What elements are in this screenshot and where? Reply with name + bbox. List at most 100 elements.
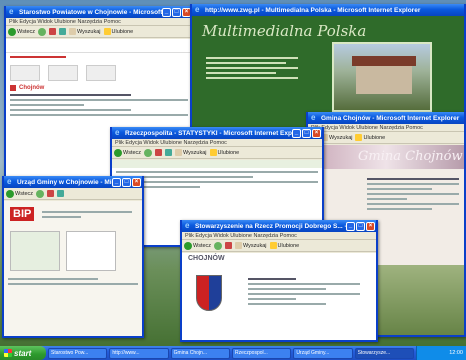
start-button[interactable]: start [0,346,46,360]
text-line [248,293,360,295]
nav-block[interactable] [48,65,78,81]
close-button[interactable]: × [132,177,141,187]
refresh-icon[interactable] [165,149,173,156]
search-icon [69,28,77,35]
search-button[interactable]: Wyszukaj [235,242,267,249]
text-line [367,188,432,190]
ie-icon: e [311,113,316,122]
menu-bar[interactable]: Plik Edycja Widok Ulubione Narzędzia Pom… [112,139,322,147]
toolbar: Wstecz [4,188,142,200]
bip-logo: BIP [10,207,35,221]
minimize-button[interactable]: _ [162,7,171,17]
title-bar[interactable]: e Stowarzyszenie na Rzecz Promocji Dobre… [182,220,376,232]
text-line [10,104,85,106]
text-line [367,208,432,210]
title-bar[interactable]: e Urząd Gminy w Chojnowie - Microsoft In… [4,176,142,188]
maximize-button[interactable]: □ [122,177,131,187]
text-line [367,198,407,200]
taskbar-button[interactable]: Starostwo Pow... [48,347,108,359]
maximize-button[interactable]: □ [356,221,365,231]
desktop: e Starostwo Powiatowe w Chojnowie - Micr… [0,0,466,346]
minimize-button[interactable]: _ [292,128,301,138]
window-title: Starostwo Powiatowe w Chojnowie - Micros… [19,8,162,16]
search-button[interactable]: Wyszukaj [175,149,207,156]
back-button[interactable]: Wstecz [114,148,141,157]
menu-bar[interactable]: Plik Edycja Widok Ulubione Narzędzia Pom… [308,124,464,132]
window-title: Gmina Chojnów - Microsoft Internet Explo… [321,114,460,122]
search-button[interactable]: Wyszukaj [321,134,352,141]
search-icon [175,149,183,156]
toolbar: Wstecz Wyszukaj Ulubione [6,26,192,38]
title-bar[interactable]: e Rzeczpospolita - STATYSTYKI - Microsof… [112,127,322,139]
taskbar-button[interactable]: http://www... [109,347,169,359]
back-button[interactable]: Wstecz [184,241,211,250]
back-icon [6,189,14,198]
header-line [10,56,66,58]
text-line [8,283,138,285]
title-bar[interactable]: e Starostwo Powiatowe w Chojnowie - Micr… [6,6,192,18]
taskbar-button[interactable]: Gmina Chojn... [170,347,230,359]
info-box[interactable] [10,231,60,271]
text-line [367,203,459,205]
title-bar[interactable]: e Gmina Chojnów - Microsoft Internet Exp… [308,112,464,124]
search-icon [235,242,243,249]
text-line [206,72,276,74]
back-icon [184,241,192,250]
stop-icon[interactable] [225,242,233,249]
text-line [10,94,131,96]
forward-icon[interactable] [214,241,223,250]
text-line [248,303,326,305]
ie-icon: e [7,177,12,186]
text-line [116,171,318,173]
stop-icon[interactable] [155,149,163,156]
stop-icon[interactable] [49,28,57,35]
minimize-button[interactable]: _ [112,177,121,187]
taskbar-button[interactable]: Urząd Gminy... [293,347,353,359]
forward-icon[interactable] [36,189,45,198]
text-line [206,57,298,59]
maximize-button[interactable]: □ [302,128,311,138]
text-line [206,77,298,79]
favorites-button[interactable]: Ulubione [209,149,239,156]
taskbar-button[interactable]: Rzeczpospol... [231,347,292,359]
stop-icon[interactable] [47,190,55,197]
site-banner: Multimedialna Polska [202,22,367,40]
text-line [42,210,132,213]
close-button[interactable]: × [312,128,321,138]
back-button[interactable]: Wstecz [6,189,33,198]
taskbar-button[interactable]: Stowarzysze... [354,347,414,359]
back-button[interactable]: Wstecz [8,27,35,36]
forward-icon[interactable] [144,148,153,157]
maximize-button[interactable]: □ [172,7,181,17]
menu-bar[interactable]: Plik Edycja Widok Ulubione Narzędzia Pom… [182,232,376,240]
text-line [206,67,298,69]
title-bar[interactable]: e http://www.zwg.pl - Multimedialna Pols… [192,4,464,16]
text-line [248,283,360,285]
favorites-button[interactable]: Ulubione [355,134,385,141]
text-line [206,62,286,64]
text-line [367,178,459,180]
info-box[interactable] [66,231,116,271]
forward-icon[interactable] [38,27,47,36]
favorites-button[interactable]: Ulubione [269,242,299,249]
building-photo [332,42,432,112]
windows-flag-icon [4,349,12,357]
clock[interactable]: 12:00 [449,350,463,356]
toolbar: Wyszukaj Ulubione [308,132,464,144]
refresh-icon[interactable] [59,28,67,35]
browser-window-stowarzyszenie[interactable]: e Stowarzyszenie na Rzecz Promocji Dobre… [180,220,378,342]
nav-block[interactable] [10,65,40,81]
page-heading: CHOJNÓW [188,255,225,262]
back-icon [114,148,122,157]
favorites-button[interactable]: Ulubione [103,28,133,35]
text-line [116,181,318,183]
text-line [248,288,326,290]
minimize-button[interactable]: _ [346,221,355,231]
close-button[interactable]: × [366,221,375,231]
browser-window-urzad[interactable]: e Urząd Gminy w Chojnowie - Microsoft In… [2,176,144,338]
nav-block[interactable] [86,65,116,81]
refresh-icon[interactable] [57,190,65,197]
menu-bar[interactable]: Plik Edycja Widok Ulubione Narzędzia Pom… [6,18,192,26]
ie-icon: e [9,7,14,16]
search-button[interactable]: Wyszukaj [69,28,101,35]
